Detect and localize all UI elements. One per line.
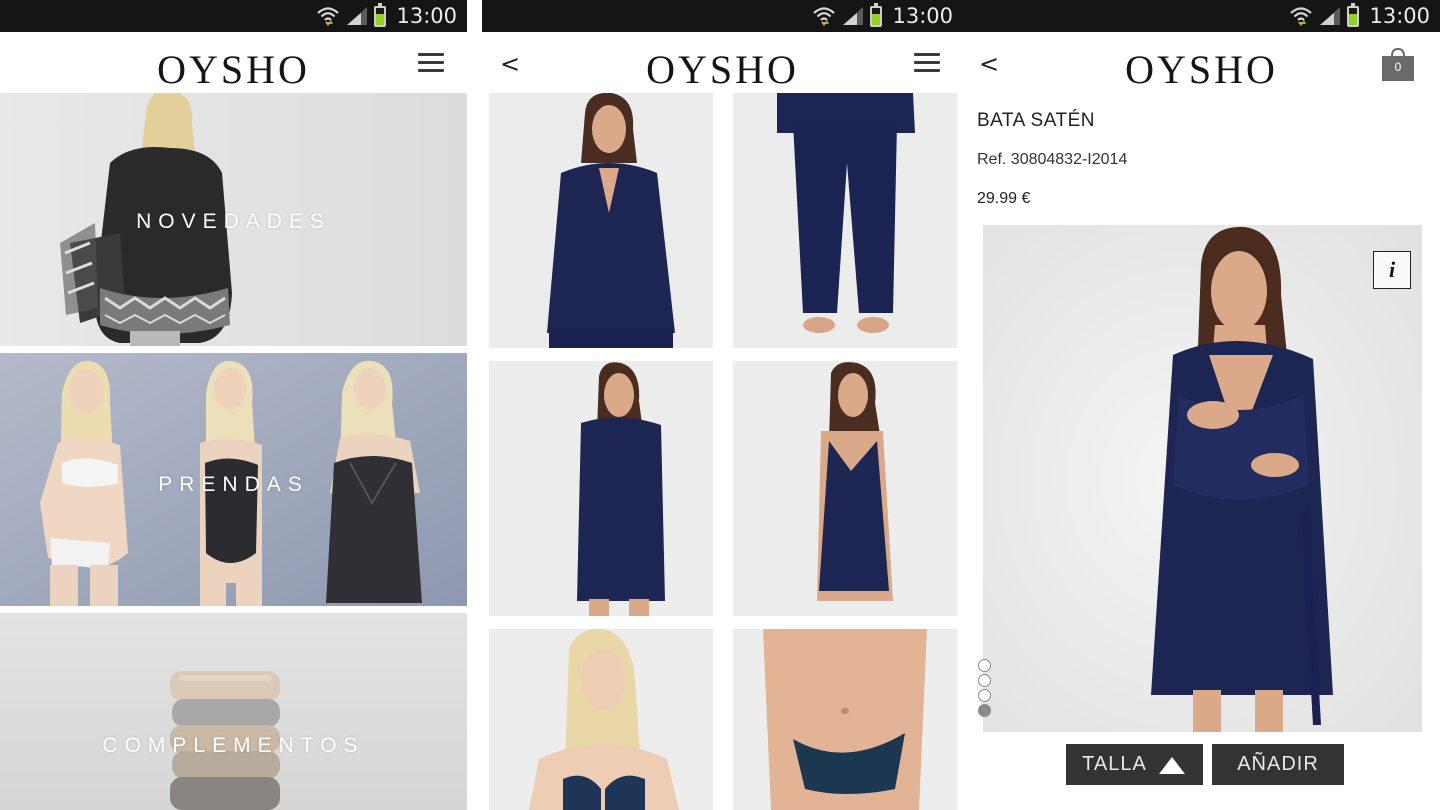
product-detail-screen: 13:00 < OYSHO 0 BATA SATÉN Ref. 30804832… xyxy=(963,0,1440,810)
hamburger-menu-icon[interactable] xyxy=(914,53,940,73)
clock: 13:00 xyxy=(892,4,953,28)
brand-logo[interactable]: OYSHO xyxy=(963,46,1440,93)
battery-icon xyxy=(1347,2,1360,27)
wifi-icon xyxy=(813,7,836,26)
home-screen: 13:00 OYSHO NOVEDADES PRENDAS COMPLEMENT… xyxy=(0,0,467,810)
app-header: OYSHO xyxy=(0,32,467,93)
product-tile[interactable] xyxy=(489,361,713,616)
triangle-up-icon xyxy=(1158,756,1185,774)
battery-icon xyxy=(870,2,883,27)
product-photo xyxy=(983,225,1422,732)
listing-screen: 13:00 < OYSHO xyxy=(482,0,963,810)
signal-icon xyxy=(347,7,368,25)
signal-icon xyxy=(1320,7,1341,25)
app-header: < OYSHO xyxy=(963,32,1440,93)
product-image xyxy=(489,629,713,810)
product-image xyxy=(733,629,957,810)
battery-icon xyxy=(374,2,387,27)
category-label: PRENDAS xyxy=(158,473,309,496)
complementos-photo xyxy=(0,613,467,810)
category-label: COMPLEMENTOS xyxy=(102,734,365,757)
add-button-label: AÑADIR xyxy=(1237,753,1319,775)
product-tile[interactable] xyxy=(733,93,957,348)
size-button[interactable]: TALLA xyxy=(1066,744,1203,785)
product-main-image[interactable] xyxy=(983,225,1422,732)
product-tile[interactable] xyxy=(733,361,957,616)
pager-dot[interactable] xyxy=(978,659,991,672)
wifi-icon xyxy=(317,7,340,26)
info-icon[interactable]: i xyxy=(1373,251,1411,289)
product-name: BATA SATÉN xyxy=(977,110,1095,131)
category-label: NOVEDADES xyxy=(136,210,331,233)
add-to-cart-button[interactable]: AÑADIR xyxy=(1212,744,1344,785)
category-complementos[interactable]: COMPLEMENTOS xyxy=(0,613,467,810)
cart-count: 0 xyxy=(1394,60,1402,74)
brand-logo[interactable]: OYSHO xyxy=(482,46,963,93)
wifi-icon xyxy=(1290,7,1313,26)
clock: 13:00 xyxy=(1369,4,1430,28)
product-reference: Ref. 30804832-I2014 xyxy=(977,151,1128,168)
app-header: < OYSHO xyxy=(482,32,963,93)
hamburger-menu-icon[interactable] xyxy=(418,53,444,73)
product-price: 29.99 € xyxy=(977,190,1031,207)
divider xyxy=(467,0,482,810)
product-image xyxy=(733,361,957,616)
category-prendas[interactable]: PRENDAS xyxy=(0,353,467,606)
pager-dot[interactable] xyxy=(978,689,991,702)
product-image xyxy=(733,93,957,348)
size-button-label: TALLA xyxy=(1082,753,1147,775)
product-tile[interactable] xyxy=(733,629,957,810)
brand-logo[interactable]: OYSHO xyxy=(0,46,467,93)
image-pager xyxy=(978,659,992,719)
app-screenshots: 13:00 OYSHO NOVEDADES PRENDAS COMPLEMENT… xyxy=(0,0,1440,810)
status-bar: 13:00 xyxy=(482,0,963,32)
status-bar: 13:00 xyxy=(0,0,467,32)
signal-icon xyxy=(843,7,864,25)
shopping-bag-icon[interactable]: 0 xyxy=(1381,47,1415,81)
pager-dot-active[interactable] xyxy=(978,704,991,717)
product-tile[interactable] xyxy=(489,629,713,810)
pager-dot[interactable] xyxy=(978,674,991,687)
category-novedades[interactable]: NOVEDADES xyxy=(0,93,467,346)
product-tile[interactable] xyxy=(489,93,713,348)
status-bar: 13:00 xyxy=(963,0,1440,32)
product-image xyxy=(489,361,713,616)
product-image xyxy=(489,93,713,348)
clock: 13:00 xyxy=(396,4,457,28)
